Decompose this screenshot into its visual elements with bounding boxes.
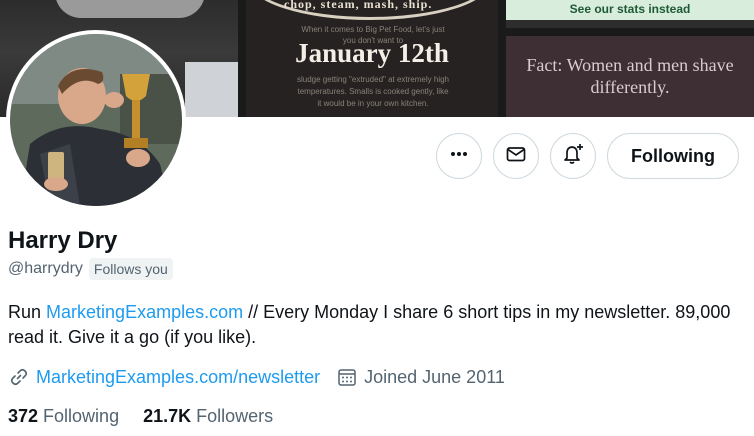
- banner-small-text: temperatures. Smalls is cooked gently, l…: [297, 87, 449, 96]
- following-count: 372: [8, 406, 39, 426]
- banner-small-text: sludge getting "extruded" at extremely h…: [297, 75, 449, 84]
- avatar[interactable]: [6, 30, 186, 210]
- banner-headline: January 12th: [295, 38, 449, 68]
- website-link[interactable]: MarketingExamples.com/newsletter: [36, 367, 320, 388]
- banner-tile-ad: chop, steam, mash, ship. When it comes t…: [246, 0, 498, 117]
- banner-shoe-shape: [55, 0, 205, 18]
- calendar-icon: [336, 366, 358, 388]
- envelope-icon: [505, 143, 527, 170]
- banner-fact-text: Fact: Women and men shave differently.: [526, 55, 734, 97]
- notifications-button[interactable]: [550, 133, 596, 179]
- link-icon: [8, 366, 30, 388]
- more-options-button[interactable]: [436, 133, 482, 179]
- followers-count: 21.7K: [143, 406, 192, 426]
- banner-strip-text: See our stats instead: [569, 2, 691, 16]
- handle-row: @harrydry Follows you: [8, 258, 173, 280]
- followers-label: Followers: [196, 406, 274, 426]
- joined-date: Joined June 2011: [364, 366, 505, 387]
- follow-stats: 372 Following 21.7K Followers: [8, 406, 273, 427]
- following-label: Following: [43, 406, 120, 426]
- following-stat[interactable]: 372 Following: [8, 406, 119, 427]
- message-button[interactable]: [493, 133, 539, 179]
- banner-small-text: it would be in your own kitchen.: [317, 99, 429, 108]
- bio-text: Run: [8, 302, 47, 322]
- profile-name: Harry Dry: [8, 227, 118, 254]
- banner-arc-text: chop, steam, mash, ship.: [284, 0, 433, 11]
- banner-vehicle-shape: [185, 62, 238, 117]
- banner-tile-fact: Fact: Women and men shave differently.: [506, 36, 754, 117]
- following-button[interactable]: Following: [607, 133, 739, 179]
- more-horizontal-icon: [448, 143, 470, 170]
- banner-small-text: When it comes to Big Pet Food, let's jus…: [301, 25, 445, 34]
- avatar-photo: [10, 34, 182, 206]
- bio-link[interactable]: MarketingExamples.com: [46, 302, 243, 322]
- profile-meta: MarketingExamples.com/newsletter Joined …: [8, 366, 505, 388]
- bell-plus-icon: [561, 142, 585, 171]
- follows-you-badge: Follows you: [88, 258, 173, 280]
- profile-handle: @harrydry: [8, 260, 83, 277]
- banner-tile-stats: See our stats instead: [506, 0, 754, 28]
- followers-stat[interactable]: 21.7K Followers: [143, 406, 273, 427]
- profile-bio: Run MarketingExamples.com // Every Monda…: [8, 300, 748, 350]
